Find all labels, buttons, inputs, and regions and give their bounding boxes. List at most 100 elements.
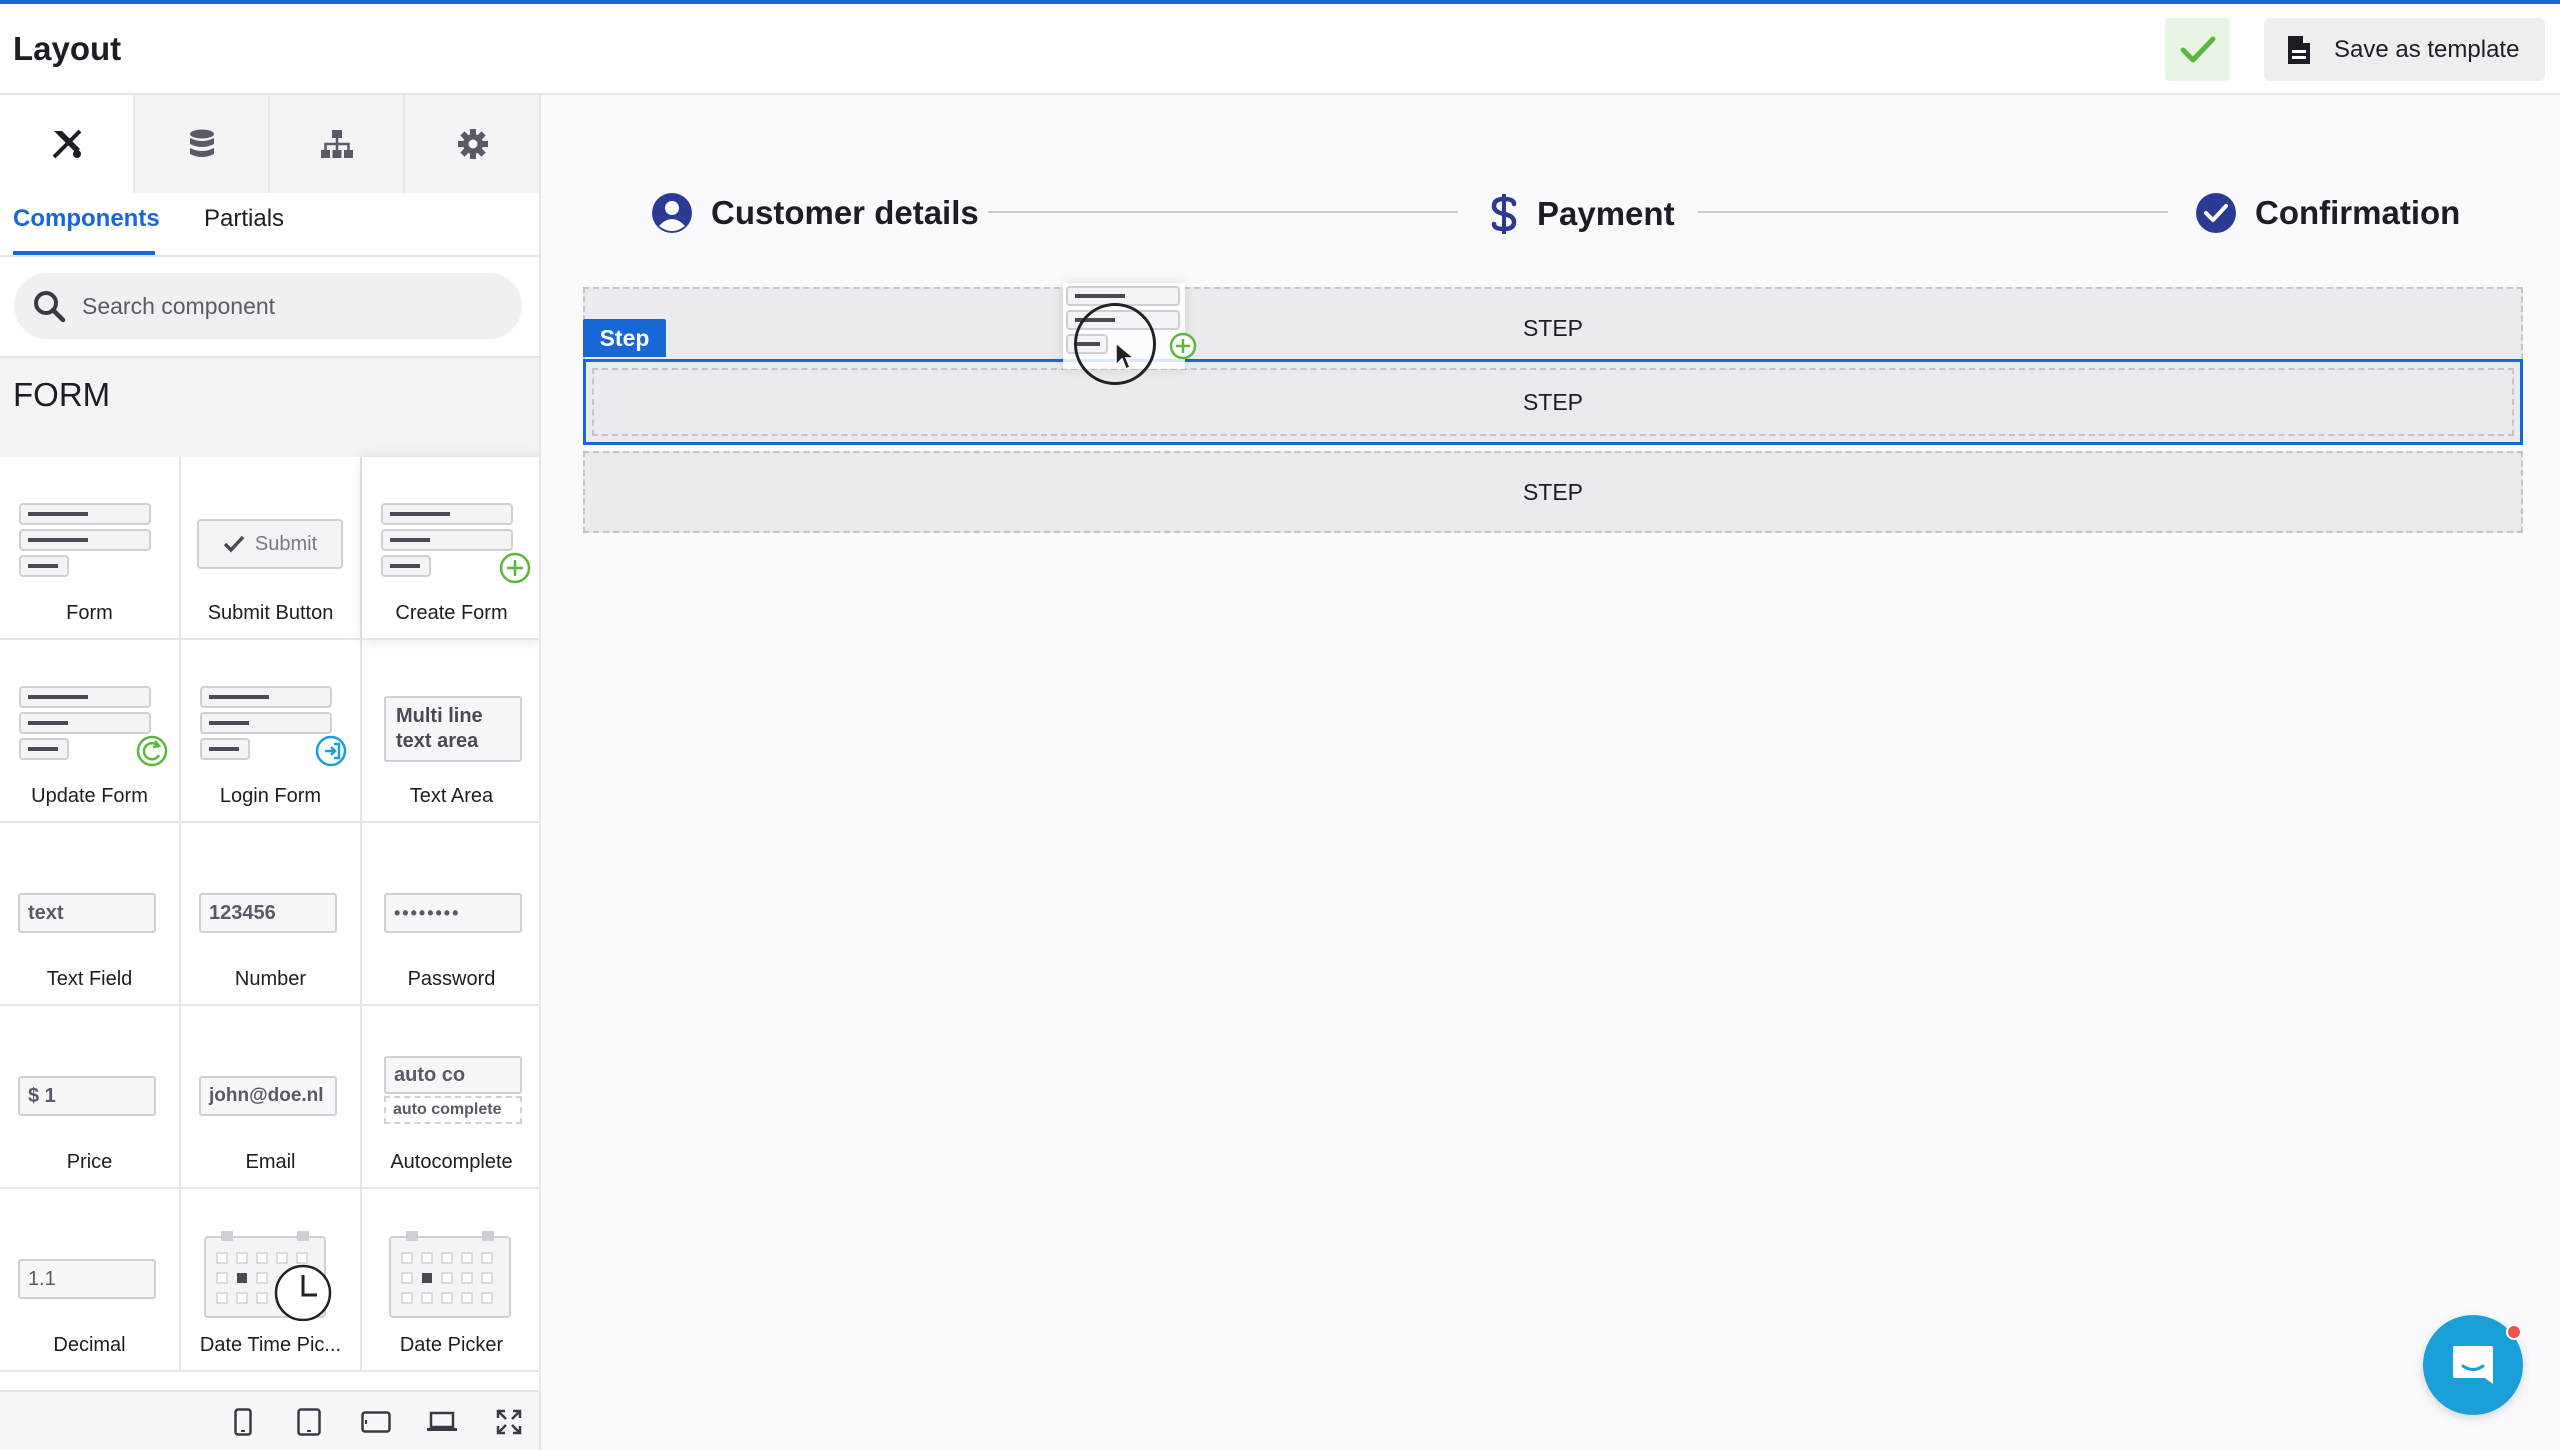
check-icon — [2180, 36, 2215, 62]
component-text-area[interactable]: Multi line text area Text Area — [362, 640, 539, 823]
selected-step-badge: Step — [583, 319, 666, 357]
save-as-template-button[interactable]: Save as template — [2264, 18, 2545, 81]
tablet-icon — [297, 1408, 321, 1436]
component-label: Date Time Pic... — [199, 1334, 342, 1356]
email-preview: john@doe.nl — [199, 1076, 337, 1116]
calendar-clock-icon — [204, 1231, 332, 1321]
tools-icon — [52, 129, 81, 159]
save-as-template-label: Save as template — [2334, 35, 2520, 63]
fullscreen-view-button[interactable] — [492, 1406, 526, 1438]
section-header: FORM — [0, 358, 539, 457]
laptop-icon — [427, 1411, 457, 1431]
create-form-illustration — [381, 503, 531, 584]
component-date-time-picker[interactable]: Date Time Pic... — [181, 1189, 362, 1372]
password-preview: •••••••• — [384, 893, 522, 933]
component-password[interactable]: •••••••• Password — [362, 823, 539, 1006]
laptop-view-button[interactable] — [425, 1406, 459, 1438]
update-form-illustration — [19, 686, 168, 767]
fullscreen-icon — [496, 1409, 522, 1435]
component-form[interactable]: Form — [0, 457, 181, 640]
textfield-preview: text — [18, 893, 156, 933]
tab-components-tools[interactable] — [0, 95, 135, 193]
component-update-form[interactable]: Update Form — [0, 640, 181, 823]
step-row[interactable]: STEP — [583, 287, 2523, 369]
mouse-pointer-icon — [1115, 341, 1136, 371]
component-sidebar: Components Partials FORM Form Submit Sub… — [0, 95, 541, 1450]
stepper-item-payment: Payment — [1489, 192, 1675, 236]
component-label: Create Form — [395, 602, 508, 624]
search-icon — [34, 291, 66, 323]
subtab-partials[interactable]: Partials — [204, 205, 284, 233]
active-subtab-indicator — [13, 251, 155, 255]
component-subtabs: Components Partials — [0, 193, 539, 257]
component-decimal[interactable]: 1.1 Decimal — [0, 1189, 181, 1372]
gear-icon — [458, 129, 488, 159]
component-email[interactable]: john@doe.nl Email — [181, 1006, 362, 1189]
search-input[interactable] — [82, 292, 482, 320]
autocomplete-suggestion: auto complete — [384, 1096, 522, 1124]
user-circle-icon — [652, 193, 692, 233]
component-login-form[interactable]: Login Form — [181, 640, 362, 823]
confirm-button[interactable] — [2165, 18, 2230, 81]
component-grid: Form Submit Submit Button Create Form Up… — [0, 457, 539, 1372]
component-label: Email — [245, 1151, 296, 1173]
tab-data-model[interactable] — [135, 95, 270, 193]
component-create-form[interactable]: Create Form — [362, 457, 539, 640]
chat-icon — [2453, 1346, 2493, 1384]
component-price[interactable]: $ 1 Price — [0, 1006, 181, 1189]
component-label: Date Picker — [399, 1334, 504, 1356]
form-illustration — [19, 503, 151, 577]
tab-page-tree[interactable] — [270, 95, 405, 193]
step-row-label: STEP — [1522, 314, 1584, 341]
submit-preview-text: Submit — [254, 532, 318, 555]
stepper-connector — [988, 211, 1458, 213]
search-box[interactable] — [14, 273, 522, 339]
component-label: Price — [66, 1151, 113, 1173]
component-label: Form — [66, 602, 113, 624]
stepper-item-confirmation: Confirmation — [2195, 192, 2460, 234]
section-title: FORM — [13, 376, 111, 413]
check-circle-icon — [2196, 193, 2236, 233]
tablet-view-button[interactable] — [292, 1406, 326, 1438]
component-date-picker[interactable]: Date Picker — [362, 1189, 539, 1372]
component-label: Submit Button — [207, 602, 334, 624]
component-label: Autocomplete — [390, 1151, 513, 1173]
stepper-item-customer-details: Customer details — [651, 192, 979, 234]
component-number[interactable]: 123456 Number — [181, 823, 362, 1006]
price-preview: $ 1 — [18, 1076, 156, 1116]
component-label: Number — [234, 968, 307, 990]
component-autocomplete[interactable]: auto co auto complete Autocomplete — [362, 1006, 539, 1189]
page-title: Layout — [13, 30, 122, 67]
step-row-selected[interactable]: STEP — [583, 359, 2523, 445]
dollar-icon — [1491, 194, 1517, 234]
notification-dot — [2506, 1324, 2522, 1340]
tablet-landscape-view-button[interactable] — [359, 1406, 393, 1438]
tab-settings[interactable] — [405, 95, 539, 193]
mobile-view-button[interactable] — [226, 1406, 260, 1438]
database-icon — [189, 129, 214, 157]
component-label: Update Form — [31, 785, 148, 807]
component-label: Login Form — [219, 785, 322, 807]
sidebar-tabs — [0, 95, 539, 193]
stepper-label: Payment — [1537, 195, 1675, 232]
submit-preview: Submit — [197, 519, 343, 569]
component-text-field[interactable]: text Text Field — [0, 823, 181, 1006]
subtab-components[interactable]: Components — [13, 205, 160, 233]
stepper-label: Customer details — [711, 194, 979, 231]
calendar-icon — [389, 1231, 511, 1318]
component-label: Decimal — [53, 1334, 126, 1356]
step-row-label: STEP — [1522, 478, 1584, 505]
login-form-illustration — [200, 686, 347, 767]
device-preview-bar — [0, 1390, 539, 1450]
mobile-icon — [234, 1408, 252, 1436]
step-row[interactable]: STEP — [583, 451, 2523, 533]
autocomplete-preview: auto co — [384, 1056, 522, 1094]
component-submit-button[interactable]: Submit Submit Button — [181, 457, 362, 640]
component-label: Text Field — [46, 968, 133, 990]
stepper-label: Confirmation — [2255, 194, 2461, 231]
decimal-preview: 1.1 — [18, 1259, 156, 1299]
stepper-connector — [1698, 211, 2168, 213]
sitemap-icon — [320, 130, 353, 158]
document-icon — [2288, 35, 2310, 64]
check-icon — [223, 535, 245, 553]
